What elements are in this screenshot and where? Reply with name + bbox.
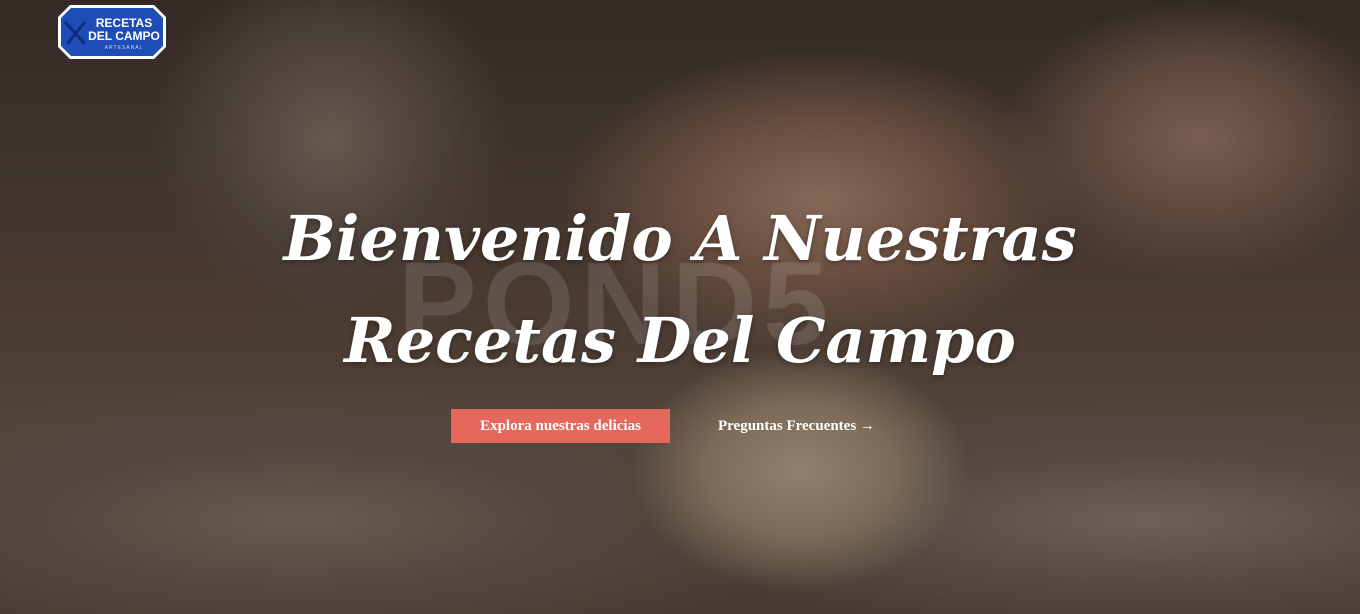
logo-line1: RECETAS [96,16,152,30]
hero-section: POND5 RECETAS DEL CAMPO ARTESANAL Bienve… [0,0,1360,614]
logo-line2: DEL CAMPO [88,29,160,43]
hero-title-line1: Bienvenido A Nuestras [283,202,1077,275]
hero-title: Bienvenido A Nuestras Recetas Del Campo [230,188,1130,392]
faq-link[interactable]: Preguntas Frecuentes → [718,409,875,443]
logo-badge: RECETAS DEL CAMPO ARTESANAL [58,5,166,59]
site-logo[interactable]: RECETAS DEL CAMPO ARTESANAL [56,3,168,61]
explore-delicacies-button[interactable]: Explora nuestras delicias [451,409,670,443]
hero-title-line2: Recetas Del Campo [344,304,1016,377]
logo-tagline: ARTESANAL [105,45,144,51]
